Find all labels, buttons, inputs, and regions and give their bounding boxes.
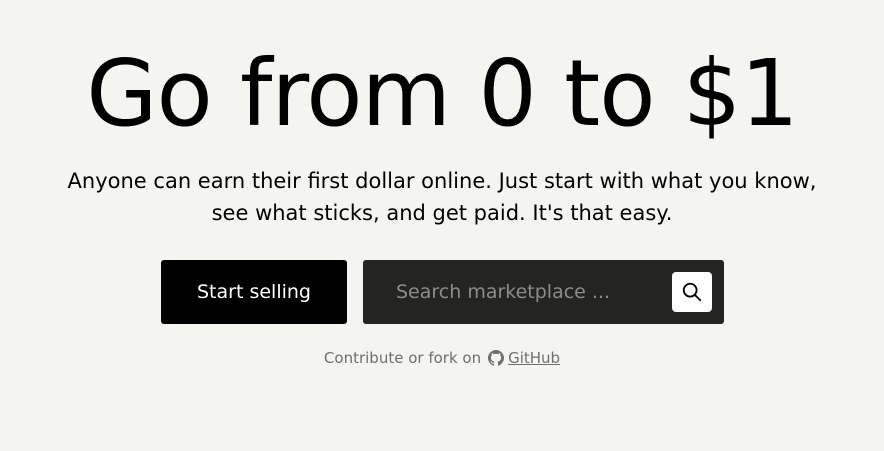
- page-title: Go from 0 to $1: [86, 40, 799, 147]
- hero-subtitle: Anyone can earn their first dollar onlin…: [67, 169, 817, 225]
- search-input[interactable]: [396, 281, 672, 303]
- github-link[interactable]: GitHub: [488, 349, 560, 367]
- cta-row: Start selling: [161, 260, 724, 324]
- start-selling-button[interactable]: Start selling: [161, 260, 347, 324]
- contribute-line: Contribute or fork on GitHub: [0, 349, 884, 367]
- search-button[interactable]: [672, 272, 712, 312]
- contribute-text: Contribute or fork on: [323, 349, 482, 367]
- search-bar: [363, 260, 724, 324]
- github-link-label: GitHub: [508, 349, 561, 367]
- hero-section: Go from 0 to $1 Anyone can earn their fi…: [0, 0, 884, 451]
- github-icon: [488, 350, 505, 366]
- search-icon: [681, 281, 703, 303]
